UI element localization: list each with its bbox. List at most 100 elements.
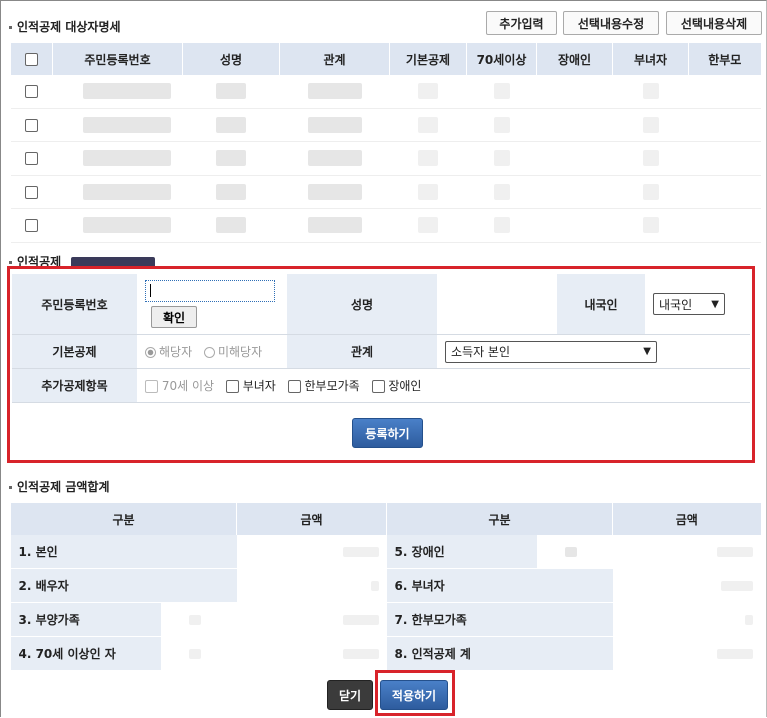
redacted-value <box>418 116 438 133</box>
redacted-value <box>216 150 246 167</box>
redacted-amount <box>342 547 379 557</box>
redacted-value <box>418 217 438 234</box>
col-header-resident-number: 주민등록번호 <box>52 43 183 75</box>
sum-label-total: 8. 인적공제 계 <box>386 636 613 671</box>
confirm-button[interactable]: 확인 <box>151 306 197 328</box>
sum-header-category-left: 구분 <box>10 503 237 535</box>
redacted-value <box>82 183 171 200</box>
redacted-amount <box>342 615 379 625</box>
row-checkbox[interactable] <box>25 185 38 199</box>
redacted-value <box>493 183 510 200</box>
dependents-rows <box>10 75 761 243</box>
redacted-value <box>642 83 659 100</box>
deduction-sum-table: 구분 금액 구분 금액 1. 본인 5. 장애인 2. 배우자 6. 부녀자 3… <box>10 503 761 671</box>
section-title-dependents: 인적공제 대상자명세 <box>9 18 121 35</box>
redacted-value <box>642 183 659 200</box>
row-checkbox[interactable] <box>25 152 38 166</box>
add-entry-button[interactable]: 추가입력 <box>486 11 557 35</box>
close-button[interactable]: 닫기 <box>327 680 373 710</box>
redacted-value <box>82 150 171 167</box>
table-row: 3. 부양가족 7. 한부모가족 <box>10 602 761 637</box>
table-row[interactable] <box>10 208 761 243</box>
redacted-amount <box>716 547 753 557</box>
label-resident-number: 주민등록번호 <box>12 274 137 335</box>
label-extra-deduction: 추가공제항목 <box>12 368 137 403</box>
bullet-icon <box>9 261 12 264</box>
redacted-count <box>565 547 577 557</box>
label-relation: 관계 <box>287 334 437 369</box>
radio-eligible[interactable] <box>145 347 156 358</box>
col-header-single-parent: 한부모 <box>688 43 761 75</box>
row-checkbox[interactable] <box>25 85 38 99</box>
table-header-row: 주민등록번호 성명 관계 기본공제 70세이상 장애인 부녀자 한부모 <box>10 43 761 75</box>
redacted-value <box>493 116 510 133</box>
sum-label-disabled: 5. 장애인 <box>386 535 537 569</box>
sum-label-self: 1. 본인 <box>10 535 237 569</box>
label-name: 성명 <box>287 274 437 335</box>
bullet-icon <box>9 486 12 489</box>
chevron-down-icon: ▼ <box>643 346 651 357</box>
redacted-amount <box>370 581 379 591</box>
table-row[interactable] <box>10 75 761 109</box>
col-header-disabled: 장애인 <box>536 43 613 75</box>
label-nationality: 내국인 <box>557 274 645 335</box>
redacted-value <box>307 116 362 133</box>
redacted-value <box>216 83 246 100</box>
radio-not-eligible[interactable] <box>203 347 215 358</box>
redacted-value <box>216 116 246 133</box>
col-header-basic: 기본공제 <box>389 43 467 75</box>
redacted-value <box>493 217 510 234</box>
redacted-amount <box>716 649 753 659</box>
redacted-count <box>189 615 201 625</box>
form-row-identity: 주민등록번호 확인 성명 내국인 내국인 ▼ <box>12 274 750 335</box>
edit-selected-button[interactable]: 선택내용수정 <box>563 11 659 35</box>
sum-label-spouse: 2. 배우자 <box>10 568 237 603</box>
resident-number-input[interactable] <box>145 280 275 302</box>
redacted-value <box>216 217 246 234</box>
delete-selected-button[interactable]: 선택내용삭제 <box>666 11 762 35</box>
bullet-icon <box>9 26 12 29</box>
table-row[interactable] <box>10 141 761 176</box>
relation-select[interactable]: 소득자 본인 ▼ <box>445 340 657 363</box>
select-all-checkbox[interactable] <box>25 53 38 66</box>
register-button[interactable]: 등록하기 <box>352 418 423 448</box>
redacted-value <box>307 150 362 167</box>
chevron-down-icon: ▼ <box>711 298 719 310</box>
section-title-deduction-sum: 인적공제 금액합계 <box>9 478 110 495</box>
checkbox-disabled[interactable] <box>371 380 385 393</box>
table-row[interactable] <box>10 175 761 209</box>
redacted-count <box>189 649 201 659</box>
deduction-form: 주민등록번호 확인 성명 내국인 내국인 ▼ 기본공제 해당자 미해당자 관계 … <box>12 274 750 403</box>
table-row: 4. 70세 이상인 자 8. 인적공제 계 <box>10 636 761 671</box>
redacted-value <box>493 83 510 100</box>
redacted-amount <box>744 615 753 625</box>
sum-label-single-parent: 7. 한부모가족 <box>386 602 613 637</box>
redacted-value <box>418 83 438 100</box>
checkbox-female[interactable] <box>225 380 239 393</box>
checkbox-single-parent[interactable] <box>287 380 301 393</box>
select-all-cell[interactable] <box>10 43 53 75</box>
dependents-table: 주민등록번호 성명 관계 기본공제 70세이상 장애인 부녀자 한부모 <box>10 43 761 243</box>
sum-label-over70: 4. 70세 이상인 자 <box>10 636 161 671</box>
redacted-value <box>418 183 438 200</box>
row-checkbox[interactable] <box>25 118 38 132</box>
redacted-value <box>418 150 438 167</box>
redacted-value <box>642 150 659 167</box>
nationality-select[interactable]: 내국인 ▼ <box>653 293 725 315</box>
col-header-relation: 관계 <box>279 43 390 75</box>
checkbox-over70[interactable] <box>145 380 158 393</box>
redacted-value <box>307 83 362 100</box>
redacted-value <box>642 116 659 133</box>
sum-header-row: 구분 금액 구분 금액 <box>10 503 761 535</box>
sum-header-amount-left: 금액 <box>236 503 387 535</box>
table-row: 2. 배우자 6. 부녀자 <box>10 568 761 603</box>
redacted-value <box>82 83 171 100</box>
form-row-extra: 추가공제항목 70세 이상 부녀자 한부모가족 장애인 <box>12 368 750 403</box>
redacted-amount <box>720 581 753 591</box>
sum-label-dependents: 3. 부양가족 <box>10 602 161 637</box>
apply-button[interactable]: 적용하기 <box>380 680 448 710</box>
redacted-value <box>307 217 362 234</box>
table-row[interactable] <box>10 108 761 142</box>
row-checkbox[interactable] <box>25 219 38 233</box>
name-value-cell[interactable] <box>437 274 557 335</box>
